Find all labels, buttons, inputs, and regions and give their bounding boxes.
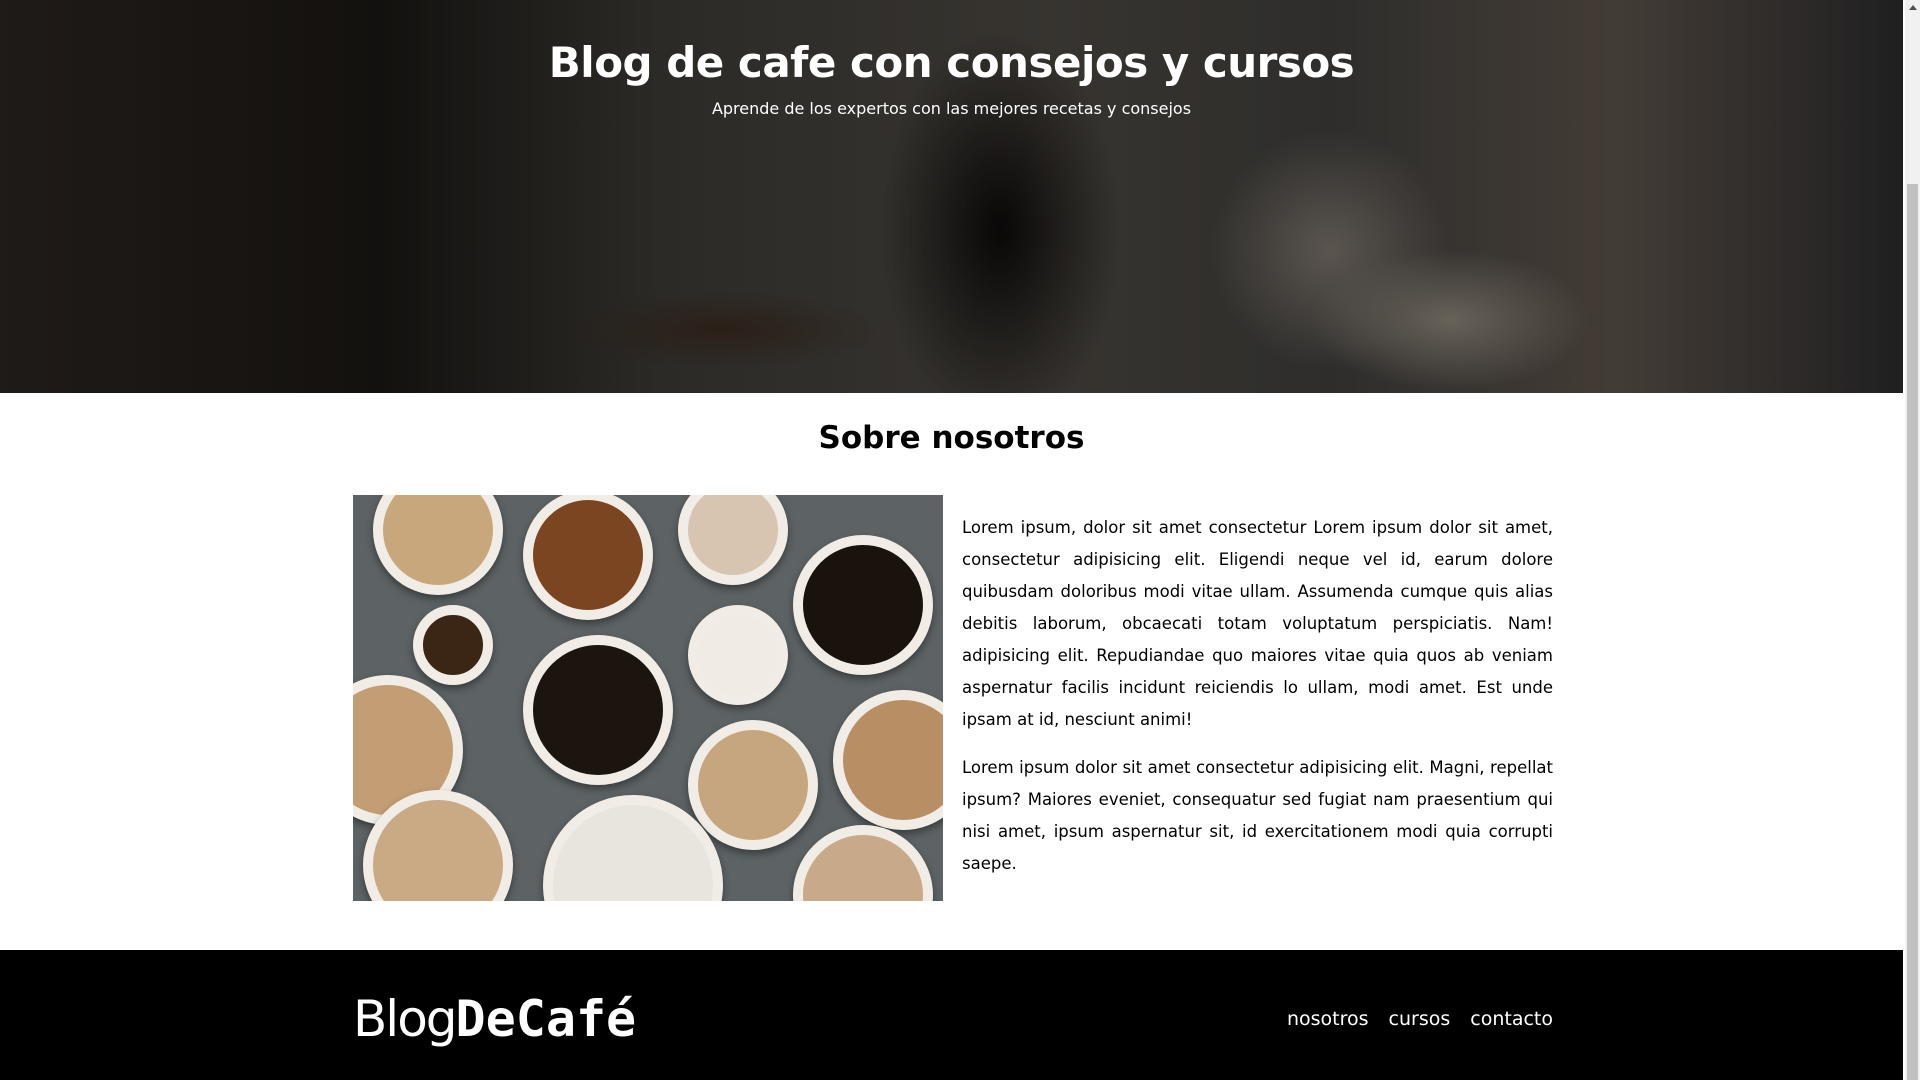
nav-link-nosotros[interactable]: nosotros xyxy=(1287,1008,1369,1030)
about-paragraph: Lorem ipsum dolor sit amet consectetur a… xyxy=(962,758,1553,873)
coffee-cups-image xyxy=(353,495,943,901)
logo-light-text: Blog xyxy=(353,990,458,1048)
hero-title: Blog de cafe con consejos y cursos xyxy=(548,38,1355,87)
nav-link-cursos[interactable]: cursos xyxy=(1389,1008,1451,1030)
about-title: Sobre nosotros xyxy=(818,420,1085,456)
page: Blog de cafe con consejos y cursos Apren… xyxy=(0,0,1903,1080)
about-text: Lorem ipsum, dolor sit amet consectetur … xyxy=(962,512,1553,896)
logo-bold-text: DeCafé xyxy=(455,990,637,1048)
nav-link-contacto[interactable]: contacto xyxy=(1470,1008,1553,1030)
scroll-up-arrow-icon[interactable] xyxy=(1909,5,1917,10)
site-logo[interactable]: BlogDeCafé xyxy=(353,990,636,1048)
scrollbar-thumb[interactable] xyxy=(1907,184,1918,1080)
about-paragraph: Lorem ipsum, dolor sit amet consectetur … xyxy=(962,518,1553,729)
hero-text: Blog de cafe con consejos y cursos Apren… xyxy=(0,38,1903,118)
footer: BlogDeCafé nosotros cursos contacto xyxy=(0,950,1903,1080)
hero-subtitle: Aprende de los expertos con las mejores … xyxy=(711,99,1192,118)
hero-banner: Blog de cafe con consejos y cursos Apren… xyxy=(0,0,1903,393)
footer-nav: nosotros cursos contacto xyxy=(1287,1008,1553,1030)
scrollbar[interactable] xyxy=(1905,0,1920,1080)
